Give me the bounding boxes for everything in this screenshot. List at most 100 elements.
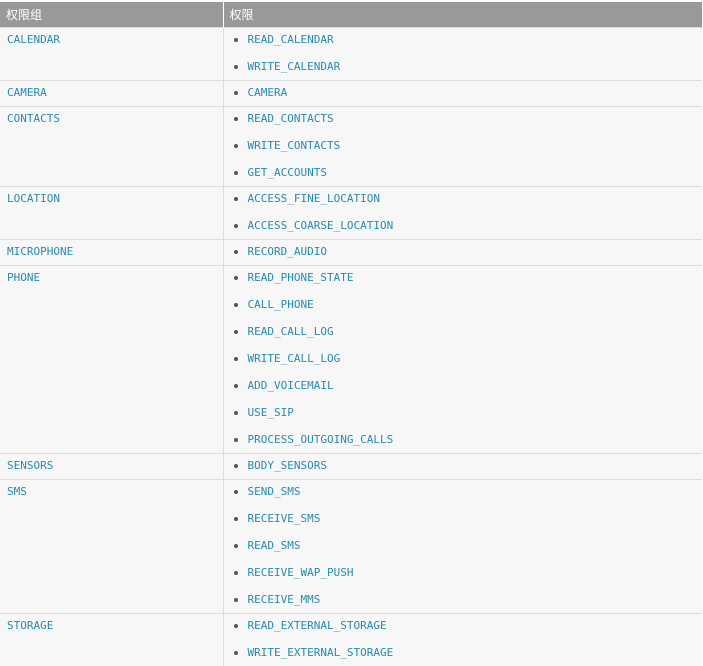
group-cell: SMS bbox=[0, 478, 224, 613]
permission-list-item: READ_EXTERNAL_STORAGE bbox=[224, 619, 703, 646]
permission-link[interactable]: WRITE_EXTERNAL_STORAGE bbox=[248, 646, 394, 659]
bullet-icon bbox=[233, 463, 238, 468]
table-body: CALENDAR READ_CALENDAR WRITE_CALENDAR CAMER… bbox=[0, 26, 703, 666]
permission-list-item: WRITE_CALL_LOG bbox=[224, 352, 703, 379]
bullet-icon bbox=[233, 275, 238, 280]
bullet-icon bbox=[233, 650, 238, 655]
permissions-table: 权限组 权限 CALENDAR READ_CALENDAR WRITE_CALEND… bbox=[0, 2, 702, 666]
permission-link[interactable]: ACCESS_FINE_LOCATION bbox=[248, 192, 380, 205]
permission-group-link[interactable]: CALENDAR bbox=[0, 28, 223, 52]
permission-list-item: USE_SIP bbox=[224, 406, 703, 433]
bullet-icon bbox=[233, 143, 238, 148]
bullet-icon bbox=[233, 170, 238, 175]
permission-list-item: CAMERA bbox=[224, 86, 703, 104]
group-cell: SENSORS bbox=[0, 452, 224, 479]
permission-link[interactable]: RECEIVE_MMS bbox=[248, 593, 321, 606]
permission-list: RECORD_AUDIO bbox=[224, 240, 703, 265]
permissions-cell: BODY_SENSORS bbox=[223, 452, 703, 479]
permission-link[interactable]: RECORD_AUDIO bbox=[248, 245, 327, 258]
permission-list: ACCESS_FINE_LOCATION ACCESS_COARSE_LOCATI… bbox=[224, 187, 703, 239]
permission-group-link[interactable]: LOCATION bbox=[0, 187, 223, 211]
group-cell: CONTACTS bbox=[0, 105, 224, 186]
permission-link[interactable]: WRITE_CALENDAR bbox=[248, 60, 341, 73]
permission-link[interactable]: GET_ACCOUNTS bbox=[248, 166, 327, 179]
permission-group-link[interactable]: PHONE bbox=[0, 266, 223, 290]
group-cell: STORAGE bbox=[0, 612, 224, 666]
permission-list-item: WRITE_EXTERNAL_STORAGE bbox=[224, 646, 703, 664]
permission-link[interactable]: READ_EXTERNAL_STORAGE bbox=[248, 619, 387, 632]
permission-link[interactable]: READ_CONTACTS bbox=[248, 112, 334, 125]
permission-list: READ_CONTACTS WRITE_CONTACTS GET_ACCOUNTS bbox=[224, 107, 703, 186]
permission-list-item: SEND_SMS bbox=[224, 485, 703, 512]
header-permissions: 权限 bbox=[223, 2, 702, 27]
permission-link[interactable]: PROCESS_OUTGOING_CALLS bbox=[248, 433, 394, 446]
permission-link[interactable]: READ_SMS bbox=[248, 539, 301, 552]
permission-group-link[interactable]: CAMERA bbox=[0, 81, 223, 105]
permission-list-item: READ_PHONE_STATE bbox=[224, 271, 703, 298]
permissions-cell: RECORD_AUDIO bbox=[223, 238, 703, 265]
permission-list-item: READ_SMS bbox=[224, 539, 703, 566]
permission-link[interactable]: RECEIVE_SMS bbox=[248, 512, 321, 525]
bullet-icon bbox=[233, 383, 238, 388]
permission-link[interactable]: BODY_SENSORS bbox=[248, 459, 327, 472]
permission-link[interactable]: ADD_VOICEMAIL bbox=[248, 379, 334, 392]
permission-group-link[interactable]: MICROPHONE bbox=[0, 240, 223, 264]
permission-group-link[interactable]: SENSORS bbox=[0, 454, 223, 478]
bullet-icon bbox=[233, 90, 238, 95]
group-cell: MICROPHONE bbox=[0, 238, 224, 265]
group-cell: CAMERA bbox=[0, 79, 224, 106]
permission-link[interactable]: CALL_PHONE bbox=[248, 298, 314, 311]
bullet-icon bbox=[233, 329, 238, 334]
permission-link[interactable]: READ_CALENDAR bbox=[248, 33, 334, 46]
table-row: MICROPHONE RECORD_AUDIO bbox=[0, 238, 703, 265]
permission-list: CAMERA bbox=[224, 81, 703, 106]
table-row: STORAGE READ_EXTERNAL_STORAGE WRITE_EXTERN… bbox=[0, 612, 703, 666]
permission-list-item: WRITE_CONTACTS bbox=[224, 139, 703, 166]
permission-list-item: GET_ACCOUNTS bbox=[224, 166, 703, 184]
permissions-cell: READ_CALENDAR WRITE_CALENDAR bbox=[223, 26, 703, 80]
permission-group-link[interactable]: CONTACTS bbox=[0, 107, 223, 131]
permissions-cell: READ_CONTACTS WRITE_CONTACTS GET_ACCOUNTS bbox=[223, 105, 703, 186]
bullet-icon bbox=[233, 356, 238, 361]
group-cell: CALENDAR bbox=[0, 26, 224, 80]
permission-list: READ_EXTERNAL_STORAGE WRITE_EXTERNAL_STOR… bbox=[224, 614, 703, 666]
bullet-icon bbox=[233, 249, 238, 254]
permissions-cell: ACCESS_FINE_LOCATION ACCESS_COARSE_LOCATI… bbox=[223, 185, 703, 239]
bullet-icon bbox=[233, 437, 238, 442]
bullet-icon bbox=[233, 302, 238, 307]
permission-link[interactable]: USE_SIP bbox=[248, 406, 294, 419]
permission-list-item: ACCESS_COARSE_LOCATION bbox=[224, 219, 703, 237]
permission-list-item: RECEIVE_SMS bbox=[224, 512, 703, 539]
permission-list-item: RECEIVE_WAP_PUSH bbox=[224, 566, 703, 593]
permission-link[interactable]: WRITE_CALL_LOG bbox=[248, 352, 341, 365]
bullet-icon bbox=[233, 116, 238, 121]
permission-link[interactable]: CAMERA bbox=[248, 86, 288, 99]
permission-list-item: READ_CALL_LOG bbox=[224, 325, 703, 352]
table-header-row: 权限组 权限 bbox=[0, 2, 702, 27]
header-permission-group: 权限组 bbox=[0, 2, 224, 27]
permission-link[interactable]: RECEIVE_WAP_PUSH bbox=[248, 566, 354, 579]
group-cell: PHONE bbox=[0, 264, 224, 453]
bullet-icon bbox=[233, 597, 238, 602]
permission-link[interactable]: WRITE_CONTACTS bbox=[248, 139, 341, 152]
permission-group-link[interactable]: SMS bbox=[0, 480, 223, 504]
permissions-cell: READ_EXTERNAL_STORAGE WRITE_EXTERNAL_STOR… bbox=[223, 612, 703, 666]
permission-link[interactable]: READ_CALL_LOG bbox=[248, 325, 334, 338]
permission-link[interactable]: SEND_SMS bbox=[248, 485, 301, 498]
table-row: CAMERA CAMERA bbox=[0, 79, 703, 106]
permission-link[interactable]: ACCESS_COARSE_LOCATION bbox=[248, 219, 394, 232]
bullet-icon bbox=[233, 570, 238, 575]
permission-group-link[interactable]: STORAGE bbox=[0, 614, 223, 638]
permission-link[interactable]: READ_PHONE_STATE bbox=[248, 271, 354, 284]
table-row: CALENDAR READ_CALENDAR WRITE_CALENDAR bbox=[0, 26, 703, 80]
permissions-cell: READ_PHONE_STATE CALL_PHONE READ_CALL_LOG W… bbox=[223, 264, 703, 453]
permission-list: BODY_SENSORS bbox=[224, 454, 703, 479]
bullet-icon bbox=[233, 410, 238, 415]
bullet-icon bbox=[233, 223, 238, 228]
table-row: PHONE READ_PHONE_STATE CALL_PHONE READ_CALL… bbox=[0, 264, 703, 453]
permission-list-item: ACCESS_FINE_LOCATION bbox=[224, 192, 703, 219]
table-row: CONTACTS READ_CONTACTS WRITE_CONTACTS GET_A… bbox=[0, 105, 703, 186]
permissions-cell: CAMERA bbox=[223, 79, 703, 106]
bullet-icon bbox=[233, 489, 238, 494]
permission-list-item: READ_CALENDAR bbox=[224, 33, 703, 60]
